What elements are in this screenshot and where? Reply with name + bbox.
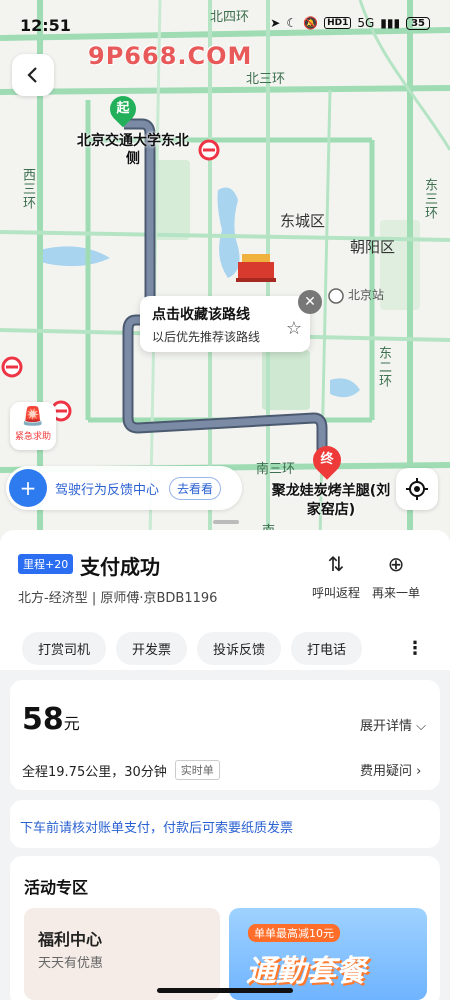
commute-title: 通勤套餐: [246, 954, 366, 989]
shield-icon: +: [9, 469, 47, 507]
battery-icon: 35: [406, 16, 430, 30]
call-return-button[interactable]: ⇅ 呼叫返程: [306, 552, 366, 601]
close-bubble-button[interactable]: ✕: [298, 290, 322, 314]
call-return-label: 呼叫返程: [311, 586, 360, 600]
moon-icon: ☾: [286, 16, 298, 30]
end-pin: 终: [307, 440, 347, 480]
trip-summary: 全程19.75公里，30分钟 实时单: [22, 760, 220, 780]
label-beisanhuan: 北三环: [246, 72, 286, 87]
fee-question-label: 费用疑问: [360, 764, 413, 779]
end-badge: 终: [320, 452, 334, 467]
back-button[interactable]: [12, 54, 54, 96]
map-view[interactable]: 北四环 北三环 东城区 朝阳区 西三环 东三环 东二环 南三环 南: [0, 0, 450, 540]
expand-details-label: 展开详情: [360, 719, 413, 734]
reorder-button[interactable]: ⊕ 再来一单: [366, 552, 426, 601]
label-dongerhuan: 东二环: [376, 346, 391, 388]
chevron-left-icon: [27, 67, 37, 83]
return-icon: ⇅: [327, 552, 345, 576]
more-options-icon[interactable]: ⋮: [406, 638, 424, 659]
status-icons: ➤ ☾ 🔕 HD1 5G ▮▮▮ 35: [270, 16, 430, 30]
feedback-go-button[interactable]: 去看看: [169, 476, 222, 500]
label-beijing-station: 北京站: [348, 288, 385, 302]
commute-tag: 单单最高减10元: [248, 924, 340, 942]
network-label: 5G: [357, 16, 375, 30]
welfare-title: 福利中心: [38, 930, 103, 949]
complaint-button[interactable]: 投诉反馈: [197, 632, 282, 665]
emergency-label: 紧急求助: [14, 432, 51, 442]
call-button[interactable]: 打电话: [291, 632, 363, 665]
tip-driver-button[interactable]: 打赏司机: [22, 632, 107, 665]
fare-unit: 元: [63, 714, 80, 733]
payment-status-title: 支付成功: [80, 555, 160, 579]
driving-feedback-banner[interactable]: + 驾驶行为反馈中心 去看看: [6, 466, 242, 510]
start-location-label: 北京交通大学东北侧: [77, 133, 189, 167]
sheet-handle[interactable]: [213, 520, 239, 524]
feedback-text: 驾驶行为反馈中心: [55, 482, 160, 498]
start-badge: 起: [116, 101, 130, 116]
home-indicator[interactable]: [157, 988, 293, 993]
crosshair-icon: [406, 478, 428, 500]
fare-amount: 58元: [22, 702, 80, 737]
action-chips: 打赏司机 开发票 投诉反馈 打电话: [22, 632, 363, 665]
location-icon: ➤: [270, 16, 281, 30]
signal-icon: ▮▮▮: [380, 16, 401, 30]
hd-badge: HD1: [324, 17, 352, 29]
label-dongsanhuan: 东三环: [422, 178, 437, 220]
fee-question-button[interactable]: 费用疑问 ›: [360, 760, 421, 779]
end-location-label: 聚龙娃炭烤羊腿(刘家窑店): [271, 483, 391, 518]
reorder-label: 再来一单: [371, 586, 420, 600]
fare-value: 58: [22, 702, 64, 737]
chevron-down-icon: ⌵: [416, 719, 427, 734]
mute-icon: 🔕: [303, 16, 319, 30]
favorite-route-bubble[interactable]: 点击收藏该路线 以后优先推荐该路线 ☆: [140, 296, 310, 352]
label-nansanhuan: 南三环: [256, 462, 296, 477]
reorder-icon: ⊕: [387, 552, 405, 576]
welfare-subtitle: 天天有优惠: [38, 956, 104, 971]
mileage-badge: 里程+20: [18, 554, 74, 574]
status-time: 12:51: [20, 16, 71, 35]
invoice-notice: 下车前请核对账单支付，付款后可索要纸质发票: [20, 821, 294, 836]
chevron-right-icon: ›: [416, 764, 422, 779]
favorite-route-title: 点击收藏该路线: [152, 307, 250, 323]
status-bar: 12:51 ➤ ☾ 🔕 HD1 5G ▮▮▮ 35: [0, 0, 450, 52]
close-icon: ✕: [304, 294, 316, 310]
car-info: 北方-经济型 | 原师傅·京BDB1196: [18, 591, 218, 606]
locate-button[interactable]: [396, 468, 438, 510]
label-xisanhuan: 西三环: [20, 168, 35, 210]
alarm-icon: 🚨: [21, 406, 45, 427]
favorite-route-subtitle: 以后优先推荐该路线: [152, 330, 261, 344]
map-roads: [0, 0, 450, 540]
label-dongcheng: 东城区: [280, 212, 326, 230]
star-icon[interactable]: ☆: [286, 318, 302, 339]
expand-details-button[interactable]: 展开详情 ⌵: [360, 715, 426, 734]
realtime-tag: 实时单: [174, 760, 220, 780]
start-pin: 起: [104, 90, 142, 128]
promo-title: 活动专区: [24, 878, 89, 897]
trip-distance-time: 全程19.75公里，30分钟: [22, 764, 167, 780]
label-chaoyang: 朝阳区: [350, 238, 396, 256]
emergency-button[interactable]: 🚨 紧急求助: [10, 402, 56, 450]
invoice-button[interactable]: 开发票: [116, 632, 188, 665]
